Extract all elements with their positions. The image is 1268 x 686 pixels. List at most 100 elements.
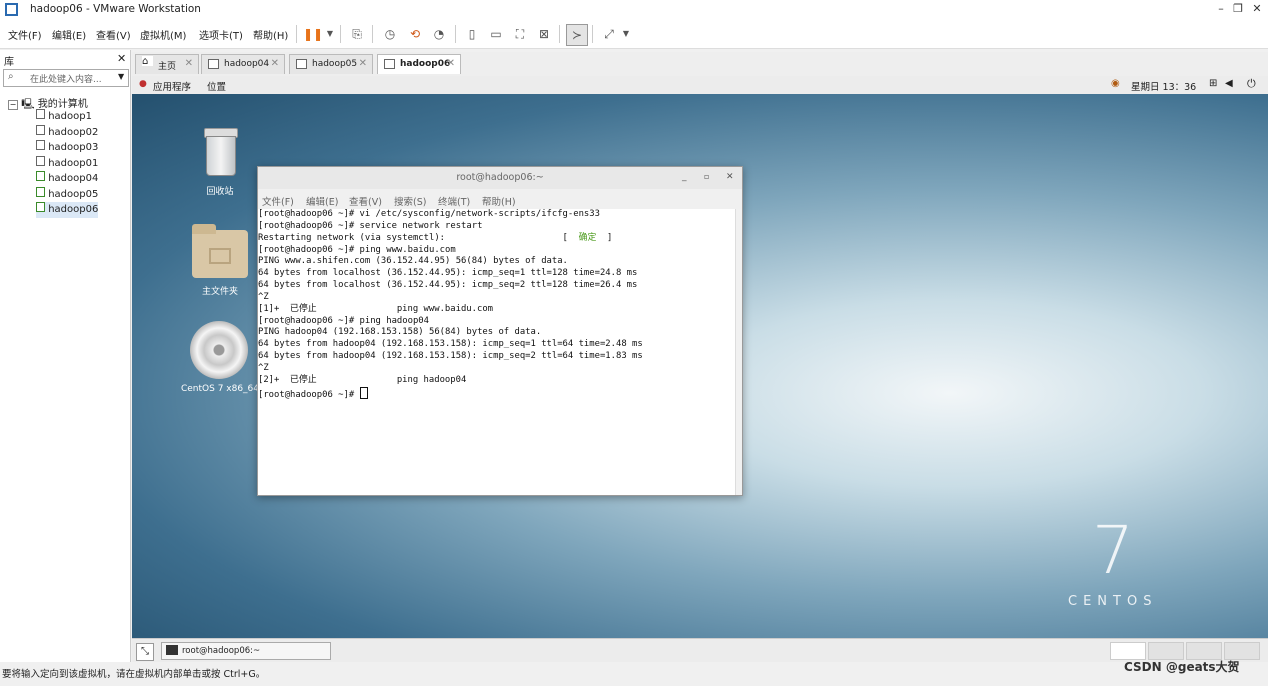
tab-hadoop05[interactable]: hadoop05 ✕ — [289, 54, 373, 74]
vm-label: hadoop05 — [48, 188, 99, 200]
send-keys-icon[interactable]: ⎘ — [347, 24, 367, 44]
menu-view[interactable]: 查看(V) — [96, 27, 131, 42]
vm-item[interactable]: hadoop02 — [36, 124, 98, 141]
vm-item-running[interactable]: hadoop05 — [36, 186, 99, 203]
terminal-cursor — [359, 386, 368, 399]
notification-icon[interactable]: ◉ — [1111, 78, 1120, 89]
toolbar-separator — [296, 25, 297, 43]
toolbar-separator — [592, 25, 593, 43]
close-tab-icon[interactable]: ✕ — [185, 58, 193, 69]
vm-running-icon — [296, 59, 307, 69]
trash-icon[interactable] — [202, 128, 238, 176]
close-button[interactable]: ✕ — [726, 172, 734, 182]
snapshot-manager-icon[interactable]: ◔ — [429, 24, 449, 44]
vmware-logo-icon — [5, 3, 18, 16]
close-library-icon[interactable]: ✕ — [117, 52, 126, 65]
terminal-line: 64 bytes from hadoop04 (192.168.153.158)… — [258, 351, 643, 362]
menu-tabs[interactable]: 选项卡(T) — [199, 27, 243, 42]
toolbar-separator — [455, 25, 456, 43]
window-title: hadoop06 - VMware Workstation — [30, 3, 201, 15]
terminal-line: [root@hadoop06 ~]# vi /etc/sysconfig/net… — [258, 209, 600, 219]
tab-home[interactable]: ⌂ 主页 ✕ — [135, 54, 199, 74]
centos-brand-number: 7 — [1092, 512, 1134, 589]
vm-item[interactable]: hadoop01 — [36, 155, 98, 172]
volume-icon[interactable]: ◀ — [1225, 78, 1233, 89]
terminal-menu-view[interactable]: 查看(V) — [349, 194, 382, 208]
network-icon[interactable]: ⊞ — [1209, 78, 1217, 89]
power-icon[interactable]: ⏻ — [1247, 77, 1256, 91]
centos-brand-name: CENTOS — [1068, 594, 1158, 609]
csdn-watermark: CSDN @geats大贺 — [1124, 660, 1240, 674]
tab-label: hadoop05 — [312, 59, 358, 69]
terminal-menu-file[interactable]: 文件(F) — [262, 194, 294, 208]
console-view-icon[interactable]: ≻ — [566, 24, 588, 46]
fullscreen-icon[interactable]: ⛶ — [510, 24, 530, 44]
vm-item[interactable]: hadoop03 — [36, 140, 98, 156]
dvd-label: CentOS 7 x86_64 — [180, 384, 260, 394]
close-button[interactable]: ✕ — [1248, 2, 1266, 18]
clock[interactable]: 星期日 13：36 — [1131, 79, 1196, 93]
maximize-button[interactable]: ▫ — [704, 172, 709, 181]
library-view-icon[interactable]: ▯ — [462, 24, 482, 44]
close-tab-icon[interactable]: ✕ — [447, 58, 455, 69]
chevron-down-icon[interactable]: ▼ — [118, 72, 124, 81]
terminal-prompt: [root@hadoop06 ~]# — [258, 389, 360, 400]
terminal-titlebar[interactable]: root@hadoop06:~ _ ▫ ✕ — [258, 167, 742, 190]
unity-icon[interactable]: ⊠ — [534, 24, 554, 44]
terminal-line: PING hadoop04 (192.168.153.158) 56(84) b… — [258, 327, 542, 338]
vm-item-running[interactable]: hadoop04 — [36, 171, 98, 187]
menu-edit[interactable]: 编辑(E) — [52, 27, 86, 42]
revert-snapshot-icon[interactable]: ⟲ — [405, 24, 425, 44]
places-menu[interactable]: 位置 — [207, 79, 226, 93]
terminal-menu-edit[interactable]: 编辑(E) — [306, 194, 338, 208]
vm-running-icon — [36, 202, 45, 212]
terminal-output[interactable]: [root@hadoop06 ~]# vi /etc/sysconfig/net… — [258, 209, 734, 495]
close-tab-icon[interactable]: ✕ — [359, 58, 367, 69]
status-text: 要将输入定向到该虚拟机，请在虚拟机内部单击或按 Ctrl+G。 — [2, 669, 266, 680]
minimize-button[interactable]: _ — [682, 172, 687, 182]
library-search-input[interactable]: ⌕ 在此处键入内容... ▼ — [3, 69, 129, 87]
terminal-line: [root@hadoop06 ~]# ping www.baidu.com — [258, 244, 456, 255]
toolbar-separator — [559, 25, 560, 43]
home-folder-icon[interactable] — [192, 224, 248, 278]
dropdown-arrow-icon[interactable]: ▼ — [616, 24, 636, 44]
menu-vm[interactable]: 虚拟机(M) — [140, 27, 186, 42]
terminal-window[interactable]: root@hadoop06:~ _ ▫ ✕ 文件(F) 编辑(E) 查看(V) … — [257, 166, 743, 496]
tab-hadoop04[interactable]: hadoop04 ✕ — [201, 54, 285, 74]
minimize-button[interactable]: – — [1212, 2, 1230, 18]
terminal-menu-search[interactable]: 搜索(S) — [394, 194, 426, 208]
toolbar-separator — [340, 25, 341, 43]
vm-running-icon — [208, 59, 219, 69]
home-icon: ⌂ — [142, 56, 153, 67]
terminal-menu-help[interactable]: 帮助(H) — [482, 194, 516, 208]
vm-icon — [36, 109, 45, 119]
search-placeholder: 在此处键入内容... — [30, 75, 102, 85]
vm-icon — [36, 124, 45, 135]
vm-running-icon — [36, 186, 45, 197]
applications-menu[interactable]: 应用程序 — [153, 79, 191, 93]
dvd-icon[interactable] — [190, 321, 248, 379]
menu-bar: 文件(F) 编辑(E) 查看(V) 虚拟机(M) 选项卡(T) 帮助(H) ❚❚… — [0, 20, 1268, 49]
snapshot-icon[interactable]: ◷ — [380, 24, 400, 44]
apps-menu-icon: ● — [139, 79, 147, 89]
menu-help[interactable]: 帮助(H) — [253, 27, 288, 42]
maximize-button[interactable]: ❐ — [1229, 2, 1247, 18]
toolbar-separator — [372, 25, 373, 43]
dropdown-arrow-icon[interactable]: ▼ — [320, 24, 340, 44]
terminal-line: [1]+ 已停止 ping www.baidu.com — [258, 303, 494, 314]
taskbar-terminal-item[interactable]: root@hadoop06:~ — [161, 642, 331, 660]
close-tab-icon[interactable]: ✕ — [271, 58, 279, 69]
thumbnail-view-icon[interactable]: ▭ — [486, 24, 506, 44]
terminal-line: 64 bytes from localhost (36.152.44.95): … — [258, 268, 638, 279]
vm-item[interactable]: hadoop1 — [36, 109, 98, 125]
terminal-line: ^Z — [258, 362, 269, 373]
terminal-menu-terminal[interactable]: 终端(T) — [438, 194, 470, 208]
vm-label: hadoop04 — [48, 173, 99, 184]
tab-hadoop06[interactable]: hadoop06 ✕ — [377, 54, 461, 74]
menu-file[interactable]: 文件(F) — [8, 27, 42, 42]
vm-item-selected[interactable]: hadoop06 — [36, 202, 99, 218]
show-desktop-icon[interactable]: ⤡ — [136, 643, 154, 661]
collapse-icon[interactable]: − — [8, 100, 18, 110]
terminal-line: [root@hadoop06 ~]# service network resta… — [258, 220, 483, 231]
terminal-scrollbar[interactable] — [735, 209, 742, 495]
